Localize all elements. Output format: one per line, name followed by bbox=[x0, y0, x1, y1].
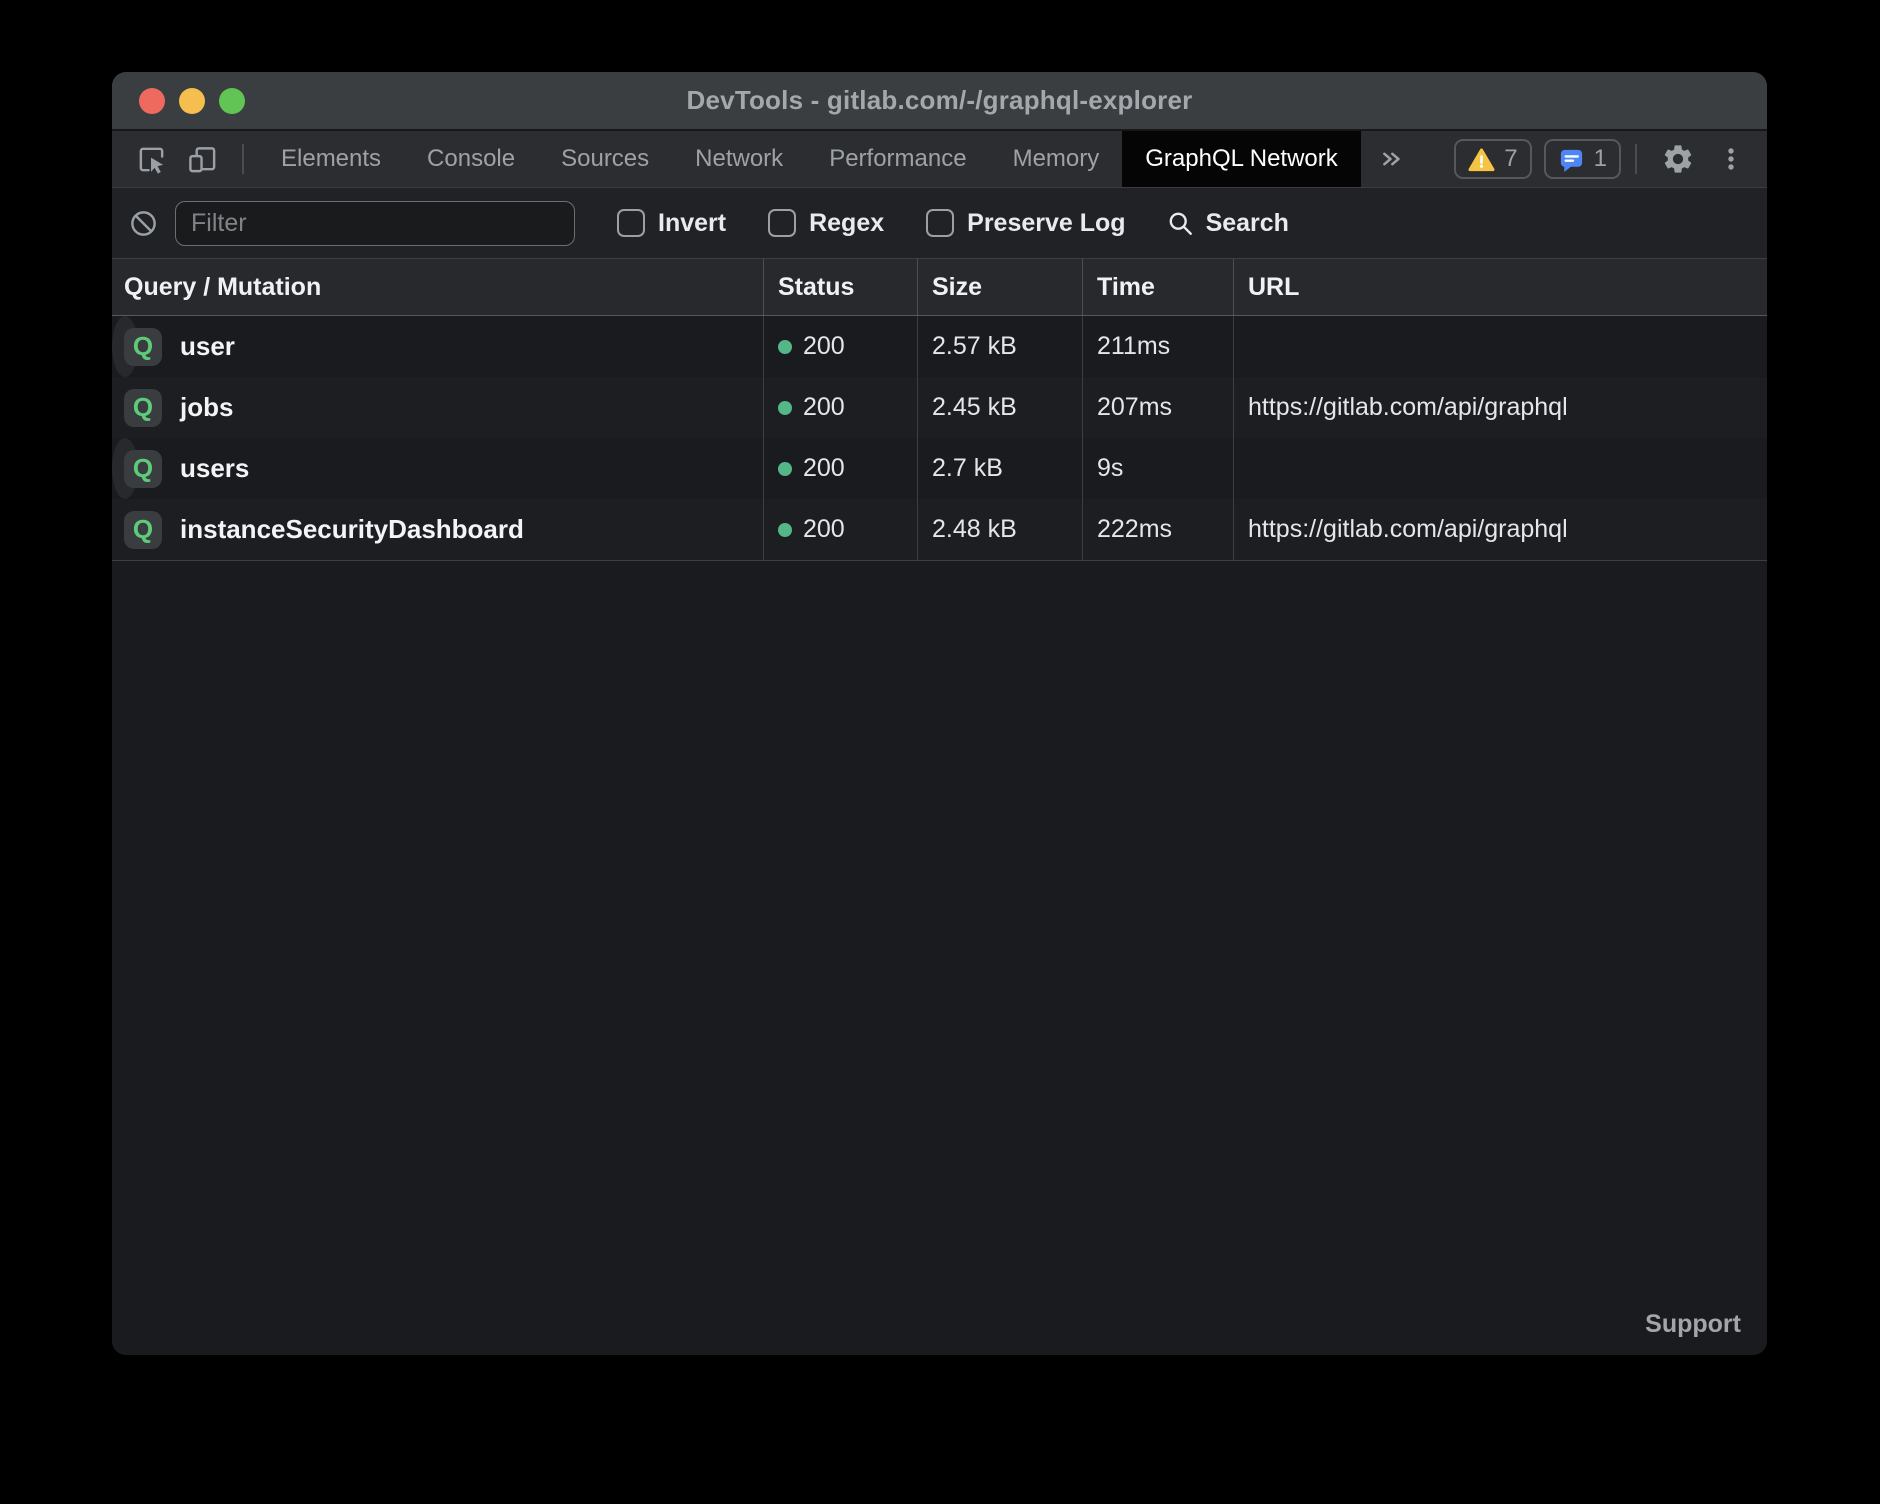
query-cell: Q jobs bbox=[112, 377, 763, 438]
checkbox-box bbox=[617, 209, 645, 237]
warnings-badge[interactable]: 7 bbox=[1454, 139, 1531, 179]
block-icon bbox=[128, 208, 159, 239]
query-cell: Q users bbox=[112, 438, 763, 499]
magnifier-icon bbox=[1166, 209, 1195, 238]
devtools-tabbar: Elements Console Sources Network Perform… bbox=[112, 131, 1767, 188]
column-header-status[interactable]: Status bbox=[763, 259, 917, 315]
column-header-url[interactable]: URL bbox=[1233, 259, 1767, 315]
time-cell: 207ms bbox=[1082, 377, 1233, 438]
traffic-lights bbox=[139, 72, 245, 129]
status-code: 200 bbox=[803, 393, 845, 422]
status-cell: 200 bbox=[763, 377, 917, 438]
tabbar-right-controls: 7 1 bbox=[1442, 131, 1767, 187]
time-cell: 9s bbox=[1082, 438, 1233, 499]
table-row-users[interactable]: Q users 200 2.7 kB 9s https://gitlab.com… bbox=[112, 438, 138, 499]
time-cell: 222ms bbox=[1082, 499, 1233, 560]
tab-memory[interactable]: Memory bbox=[990, 131, 1123, 187]
tab-performance[interactable]: Performance bbox=[806, 131, 989, 187]
status-code: 200 bbox=[803, 454, 845, 483]
table-row-instance-security-dashboard[interactable]: Q instanceSecurityDashboard 200 2.48 kB … bbox=[112, 499, 1767, 561]
more-options-button[interactable] bbox=[1705, 143, 1753, 175]
screen: DevTools - gitlab.com/-/graphql-explorer… bbox=[0, 0, 1880, 1504]
url-cell: https://gitlab.com/api/graphql bbox=[1233, 377, 1767, 438]
tab-elements[interactable]: Elements bbox=[258, 131, 404, 187]
table-row-jobs[interactable]: Q jobs 200 2.45 kB 207ms https://gitlab.… bbox=[112, 377, 1767, 438]
minimize-window-button[interactable] bbox=[179, 88, 205, 114]
query-cell: Q instanceSecurityDashboard bbox=[112, 499, 763, 560]
invert-checkbox[interactable]: Invert bbox=[617, 209, 726, 238]
size-cell: 2.48 kB bbox=[917, 499, 1082, 560]
column-header-query[interactable]: Query / Mutation bbox=[112, 259, 763, 315]
search-label: Search bbox=[1206, 209, 1289, 238]
warning-count: 7 bbox=[1504, 145, 1517, 173]
status-cell: 200 bbox=[763, 316, 917, 377]
titlebar: DevTools - gitlab.com/-/graphql-explorer bbox=[112, 72, 1767, 131]
regex-checkbox[interactable]: Regex bbox=[768, 209, 884, 238]
double-chevron-icon bbox=[1375, 144, 1405, 174]
query-name: jobs bbox=[180, 392, 233, 423]
query-name: users bbox=[180, 453, 249, 484]
query-type-badge: Q bbox=[124, 389, 162, 427]
settings-button[interactable] bbox=[1651, 142, 1705, 176]
separator bbox=[1635, 144, 1637, 174]
empty-area: Support bbox=[112, 561, 1767, 1355]
search-button[interactable]: Search bbox=[1166, 209, 1289, 238]
window-title: DevTools - gitlab.com/-/graphql-explorer bbox=[687, 85, 1193, 116]
message-count: 1 bbox=[1594, 145, 1607, 173]
device-toolbar-icon bbox=[187, 144, 218, 175]
gear-icon bbox=[1661, 142, 1695, 176]
column-header-size[interactable]: Size bbox=[917, 259, 1082, 315]
status-code: 200 bbox=[803, 332, 845, 361]
status-ok-dot bbox=[778, 462, 792, 476]
devtools-window: DevTools - gitlab.com/-/graphql-explorer… bbox=[112, 72, 1767, 1355]
url-cell: https://gitlab.com/api/graphql bbox=[1233, 438, 1248, 499]
device-toolbar-button[interactable] bbox=[177, 131, 228, 187]
tab-network[interactable]: Network bbox=[672, 131, 806, 187]
tab-sources[interactable]: Sources bbox=[538, 131, 672, 187]
status-cell: 200 bbox=[763, 438, 917, 499]
status-ok-dot bbox=[778, 401, 792, 415]
separator bbox=[242, 144, 244, 174]
query-name: user bbox=[180, 331, 235, 362]
more-tabs-button[interactable] bbox=[1361, 131, 1419, 187]
table-row-user[interactable]: Q user 200 2.57 kB 211ms https://gitlab.… bbox=[112, 316, 138, 377]
tab-graphql-network[interactable]: GraphQL Network bbox=[1122, 131, 1361, 187]
message-bubble-icon bbox=[1558, 146, 1585, 173]
warning-triangle-icon bbox=[1468, 146, 1495, 173]
size-cell: 2.7 kB bbox=[917, 438, 1082, 499]
status-ok-dot bbox=[778, 523, 792, 537]
query-type-badge: Q bbox=[124, 328, 162, 366]
clear-requests-button[interactable] bbox=[128, 208, 159, 239]
checkbox-label: Regex bbox=[809, 209, 884, 238]
query-type-badge: Q bbox=[124, 450, 162, 488]
column-header-time[interactable]: Time bbox=[1082, 259, 1233, 315]
status-ok-dot bbox=[778, 340, 792, 354]
checkbox-box bbox=[768, 209, 796, 237]
query-cell: Q user bbox=[112, 316, 763, 377]
size-cell: 2.45 kB bbox=[917, 377, 1082, 438]
query-type-badge: Q bbox=[124, 511, 162, 549]
filter-input[interactable] bbox=[175, 201, 575, 246]
status-code: 200 bbox=[803, 515, 845, 544]
issues-badge[interactable]: 1 bbox=[1544, 139, 1621, 179]
inspect-element-button[interactable] bbox=[126, 131, 177, 187]
kebab-menu-icon bbox=[1715, 143, 1747, 175]
preserve-log-checkbox[interactable]: Preserve Log bbox=[926, 209, 1125, 238]
size-cell: 2.57 kB bbox=[917, 316, 1082, 377]
filter-toolbar: Invert Regex Preserve Log Search bbox=[112, 188, 1767, 259]
url-cell: https://gitlab.com/api/graphql bbox=[1233, 499, 1767, 560]
table-header: Query / Mutation Status Size Time URL bbox=[112, 259, 1767, 316]
time-cell: 211ms bbox=[1082, 316, 1233, 377]
status-cell: 200 bbox=[763, 499, 917, 560]
tab-console[interactable]: Console bbox=[404, 131, 538, 187]
query-name: instanceSecurityDashboard bbox=[180, 514, 524, 545]
url-cell: https://gitlab.com/api/graphql bbox=[1233, 316, 1248, 377]
checkbox-label: Preserve Log bbox=[967, 209, 1125, 238]
support-link[interactable]: Support bbox=[1645, 1310, 1741, 1339]
inspect-icon bbox=[136, 144, 167, 175]
checkbox-label: Invert bbox=[658, 209, 726, 238]
close-window-button[interactable] bbox=[139, 88, 165, 114]
maximize-window-button[interactable] bbox=[219, 88, 245, 114]
checkbox-box bbox=[926, 209, 954, 237]
